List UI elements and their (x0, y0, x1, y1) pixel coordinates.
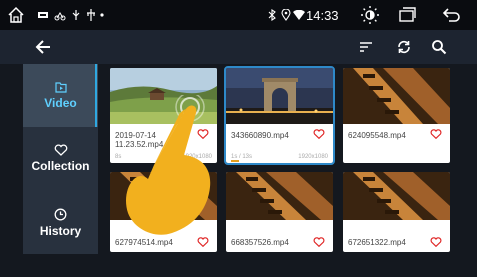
status-bar: 14:33 (0, 0, 477, 30)
sidebar-item-label: History (39, 223, 82, 238)
video-thumbnail (226, 68, 333, 124)
video-card[interactable]: 343660890.mp4 1s / 13s 1920x1080 (224, 66, 335, 165)
watch-progress-bar (231, 160, 239, 162)
sidebar-item-history[interactable]: History (23, 191, 98, 254)
video-card[interactable]: 668357526.mp4 (226, 172, 333, 252)
app-frame: 14:33 Video Collection History 2019-07-1… (0, 0, 477, 277)
usb-icon (70, 6, 82, 24)
brightness-icon[interactable] (360, 6, 380, 24)
toolbar (0, 30, 477, 64)
tap-gesture-hand-icon (126, 95, 211, 235)
search-icon[interactable] (428, 36, 450, 58)
system-back-icon[interactable] (440, 6, 462, 24)
clock-icon (54, 208, 67, 220)
bluetooth-icon (266, 6, 278, 24)
sidebar-item-label: Collection (31, 159, 90, 173)
home-icon[interactable] (6, 6, 26, 24)
video-card[interactable]: 624095548.mp4 (343, 68, 450, 163)
video-folder-icon (54, 81, 67, 93)
video-filename: 668357526.mp4 (231, 238, 289, 247)
favorite-heart-icon[interactable] (430, 236, 442, 248)
window-icon[interactable] (397, 6, 417, 24)
location-icon (280, 6, 292, 24)
favorite-heart-icon[interactable] (313, 236, 325, 248)
video-filename: 624095548.mp4 (348, 131, 406, 140)
favorite-heart-icon[interactable] (313, 128, 325, 140)
sidebar-item-video[interactable]: Video (23, 64, 98, 127)
usb-alt-icon (85, 6, 97, 24)
video-thumbnail (343, 68, 450, 124)
video-filename: 343660890.mp4 (231, 131, 289, 140)
sidebar-item-label: Video (44, 95, 77, 110)
video-thumbnail (226, 172, 333, 220)
clock-time: 14:33 (306, 8, 339, 23)
back-arrow-icon[interactable] (32, 36, 54, 58)
favorite-heart-icon[interactable] (430, 128, 442, 140)
wifi-icon (293, 6, 305, 24)
active-indicator (95, 64, 97, 127)
notification-icon (36, 6, 50, 24)
video-thumbnail (343, 172, 450, 220)
sidebar-item-collection[interactable]: Collection (23, 127, 98, 190)
ebike-icon (53, 6, 67, 24)
heart-icon (54, 144, 67, 156)
sidebar: Video Collection History (23, 64, 98, 254)
refresh-icon[interactable] (393, 36, 415, 58)
video-card[interactable]: 672651322.mp4 (343, 172, 450, 252)
video-resolution: 1920x1080 (298, 154, 328, 160)
dot-icon (99, 6, 105, 24)
sort-icon[interactable] (355, 36, 377, 58)
video-filename: 672651322.mp4 (348, 238, 406, 247)
